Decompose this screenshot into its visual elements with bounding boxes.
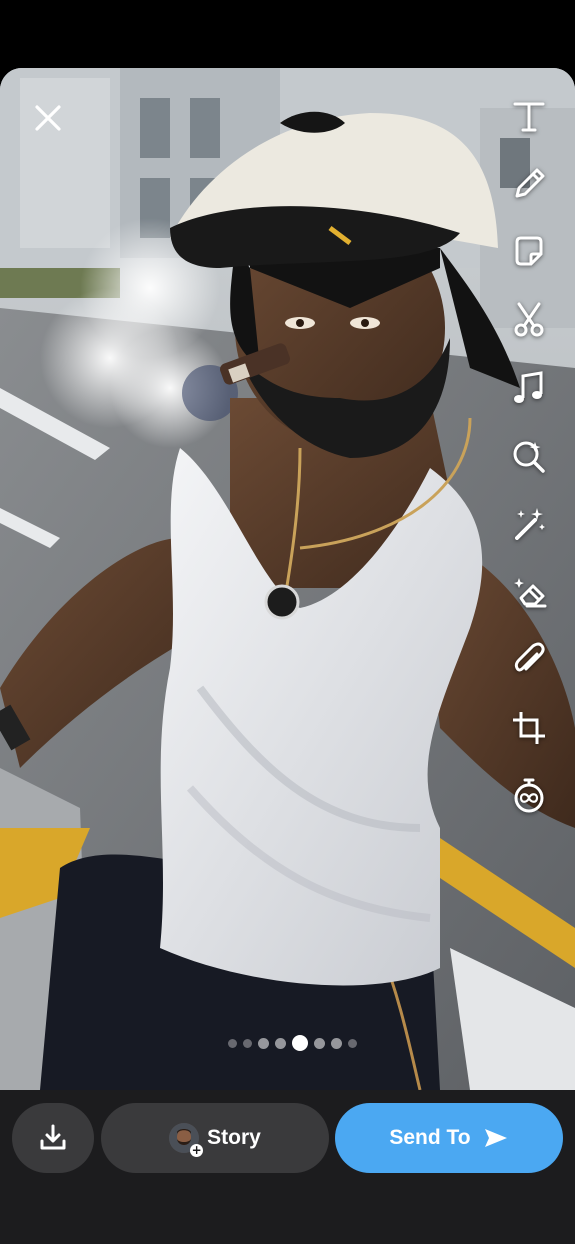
close-button[interactable] [26, 96, 70, 140]
text-tool-button[interactable] [505, 92, 553, 140]
magic-tool-button[interactable] [505, 500, 553, 548]
timer-icon [514, 778, 544, 813]
close-icon [35, 105, 61, 131]
pencil-icon [515, 168, 545, 198]
lens-search-icon [513, 441, 545, 473]
pager-dot[interactable] [348, 1038, 357, 1048]
story-label: Story [207, 1126, 261, 1149]
eraser-tool-button[interactable] [505, 568, 553, 616]
sticker-tool-button[interactable] [505, 228, 553, 276]
lens-tool-button[interactable] [505, 432, 553, 480]
pager-dot[interactable] [275, 1037, 286, 1049]
anime-portrait-photo [0, 68, 575, 1090]
text-icon [513, 102, 545, 132]
pager-dot[interactable] [243, 1038, 252, 1048]
send-to-button[interactable]: Send To [335, 1103, 563, 1173]
send-arrow-icon [484, 1129, 507, 1147]
scissors-icon [514, 302, 544, 337]
edit-toolbar [501, 92, 557, 840]
magic-wand-icon [515, 508, 545, 540]
send-to-label: Send To [389, 1126, 471, 1149]
snap-pager [0, 1035, 575, 1051]
bottom-action-bar: + Story Send To [0, 1090, 575, 1244]
add-plus-icon: + [190, 1143, 204, 1157]
snap-photo [0, 68, 575, 1090]
scissors-tool-button[interactable] [505, 296, 553, 344]
story-button[interactable]: + Story [101, 1103, 329, 1173]
music-note-icon [514, 371, 543, 403]
timer-tool-button[interactable] [505, 772, 553, 820]
pager-dot-active[interactable] [292, 1035, 308, 1051]
pager-dot[interactable] [314, 1037, 325, 1049]
draw-tool-button[interactable] [505, 160, 553, 208]
avatar: + [169, 1123, 204, 1157]
paperclip-icon [514, 642, 545, 672]
download-icon [40, 1124, 66, 1150]
crop-tool-button[interactable] [505, 704, 553, 752]
save-button[interactable] [12, 1103, 94, 1173]
attachment-tool-button[interactable] [505, 636, 553, 684]
magic-eraser-icon [514, 578, 547, 608]
pager-dot[interactable] [331, 1037, 342, 1049]
music-tool-button[interactable] [505, 364, 553, 412]
crop-icon [513, 712, 545, 744]
pager-dot[interactable] [258, 1037, 269, 1049]
sticker-icon [515, 236, 543, 266]
pager-dot[interactable] [228, 1038, 237, 1048]
